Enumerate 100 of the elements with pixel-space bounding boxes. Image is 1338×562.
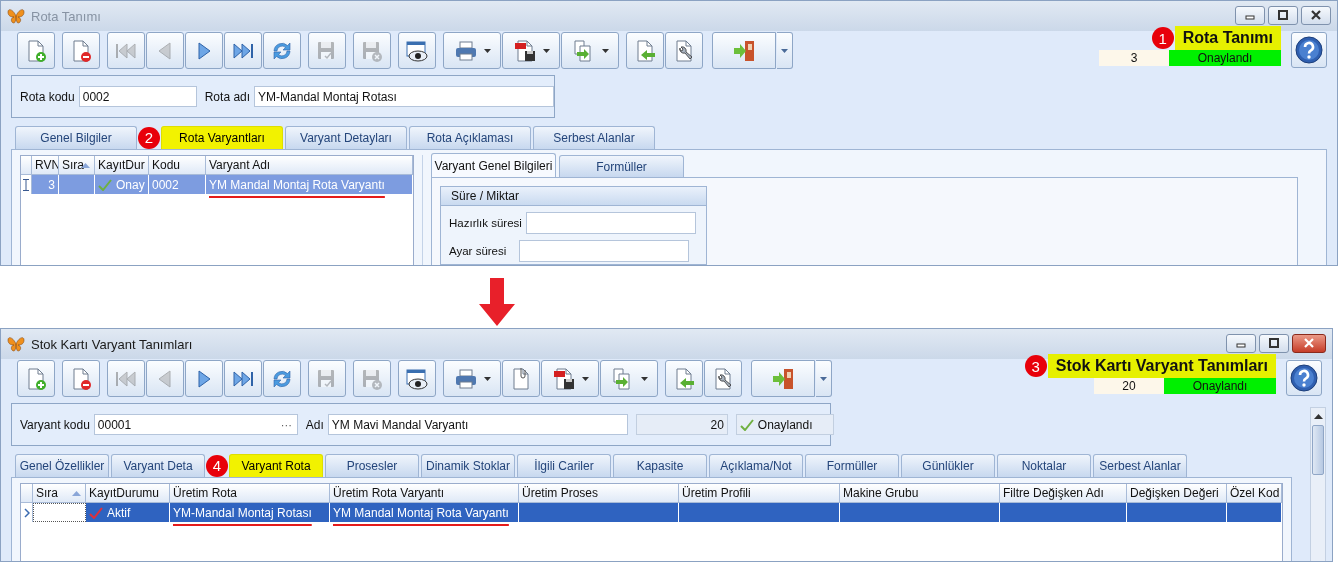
grid-corner [21,156,32,175]
last-button[interactable] [224,360,262,397]
column-header[interactable]: KayıtDurumu [86,484,170,503]
tab[interactable]: Formüller [559,155,684,177]
help-icon [1294,35,1324,65]
column-header[interactable]: Sıra [33,484,86,503]
field-label: Rota kodu [20,89,75,104]
scrollbar[interactable] [1310,407,1326,561]
column-header[interactable]: Filtre Değişken Adı [1000,484,1127,503]
tab[interactable]: Genel Özellikler [15,454,109,477]
field-label: Rota adı [204,89,251,104]
status-label: Onaylandı [1169,50,1281,66]
tab[interactable]: İlgili Cariler [517,454,611,477]
column-header[interactable]: Üretim Profili [679,484,840,503]
delete-button[interactable] [62,360,100,397]
form-title: Stok Kartı Varyant Tanımları [1047,354,1276,378]
input-field[interactable]: YM Mavi Mandal Varyantı [327,414,628,435]
pdf-floppy-icon [512,38,537,63]
field-label: Hazırlık süresi [449,217,522,229]
dropdown-button[interactable] [816,360,832,397]
pdf-button[interactable] [541,360,599,397]
maximize-icon [1276,9,1290,21]
window-eye-icon [405,38,429,63]
check-icon [739,418,754,431]
table-cell: Aktif [86,503,170,522]
exit-button[interactable] [751,360,815,397]
refresh-button[interactable] [263,360,301,397]
input-field[interactable] [519,240,689,262]
group-header: Süre / Miktar [441,187,706,206]
table-cell: 3 [32,175,59,194]
column-header[interactable]: Üretim Rota Varyantı [330,484,519,503]
tab[interactable]: Varyant Deta [111,454,205,477]
input-field[interactable] [525,212,696,234]
table-cell: YM Mandal Montaj Rota Varyantı [206,175,413,194]
tab[interactable]: Varyant Genel Bilgileri [431,153,556,177]
help-button[interactable] [1286,360,1322,396]
column-header[interactable]: Değişken Değeri [1127,484,1227,503]
readonly-field: 20 [635,414,728,435]
column-header[interactable]: Özel Kod [1227,484,1282,503]
step-marker: 1 [1151,27,1174,49]
tab[interactable]: Dinamik Stoklar [421,454,515,477]
lookup-button[interactable]: ··· [278,418,294,431]
tab[interactable]: Varyant Rota [229,454,323,477]
butterfly-icon [7,336,25,352]
step-marker: 3 [1024,355,1047,377]
table-cell [59,175,95,194]
tab[interactable]: Günlükler [901,454,995,477]
import-button[interactable] [665,360,703,397]
scroll-thumb[interactable] [1312,425,1324,475]
door-arrow-icon [771,366,795,391]
caret-icon [820,376,827,381]
preview-button[interactable] [398,360,436,397]
new-button[interactable] [17,360,55,397]
status-text: Onaylandı [757,417,813,432]
table-cell: YM Mandal Montaj Rota Varyantı [330,503,519,522]
close-button[interactable] [1292,333,1326,353]
butterfly-icon [7,8,25,24]
print-button[interactable] [443,360,501,397]
tab[interactable]: Kapasite [613,454,707,477]
table-cell: YM-Mandal Montaj Rotası [170,503,330,522]
field-label: Varyant kodu [20,417,90,432]
column-header[interactable]: Varyant Adı [206,156,413,175]
tab[interactable]: Serbest Alanlar [1093,454,1187,477]
printer-icon [453,366,478,391]
field-label: Adı [305,417,324,432]
status-label: Onaylandı [1164,378,1276,394]
help-icon [1289,363,1319,393]
door-arrow-icon [732,38,756,63]
table-cell: Onay [95,175,149,194]
grid-row[interactable]: Aktif YM-Mandal Montaj Rotası YM Mandal Montaj Rota Varyantı [21,503,1282,522]
next-button[interactable] [185,360,223,397]
scroll-up-icon [1313,414,1323,419]
form-title: Rota Tanımı [1174,26,1281,50]
caret-icon [781,48,788,53]
tab[interactable]: Formüller [805,454,899,477]
attach-button[interactable] [502,360,540,397]
grid-corner [21,484,33,503]
column-header[interactable]: Kodu [149,156,206,175]
step-marker: 2 [138,126,160,149]
step-marker: 4 [206,454,228,477]
down-arrow [479,278,515,326]
printer-icon [453,38,478,63]
column-header[interactable]: Sıra [59,156,95,175]
column-header[interactable]: Üretim Proses [519,484,679,503]
tools-button[interactable] [704,360,742,397]
record-count: 3 [1099,50,1169,66]
column-header[interactable]: Üretim Rota [170,484,330,503]
column-header[interactable]: KayıtDur [95,156,149,175]
table-cell: 0002 [149,175,206,194]
tab[interactable]: Açıklama/Not [709,454,803,477]
field-label: Ayar süresi [449,245,508,257]
close-icon [1309,9,1323,21]
tab[interactable]: Noktalar [997,454,1091,477]
maximize-button[interactable] [1259,333,1289,353]
column-header[interactable]: Makine Grubu [840,484,1000,503]
record-count: 20 [1094,378,1164,394]
lookup-field[interactable]: 00001 ··· [93,414,298,435]
close-icon [1302,337,1316,349]
tab[interactable]: Prosesler [325,454,419,477]
chevron-right-icon [23,507,30,518]
